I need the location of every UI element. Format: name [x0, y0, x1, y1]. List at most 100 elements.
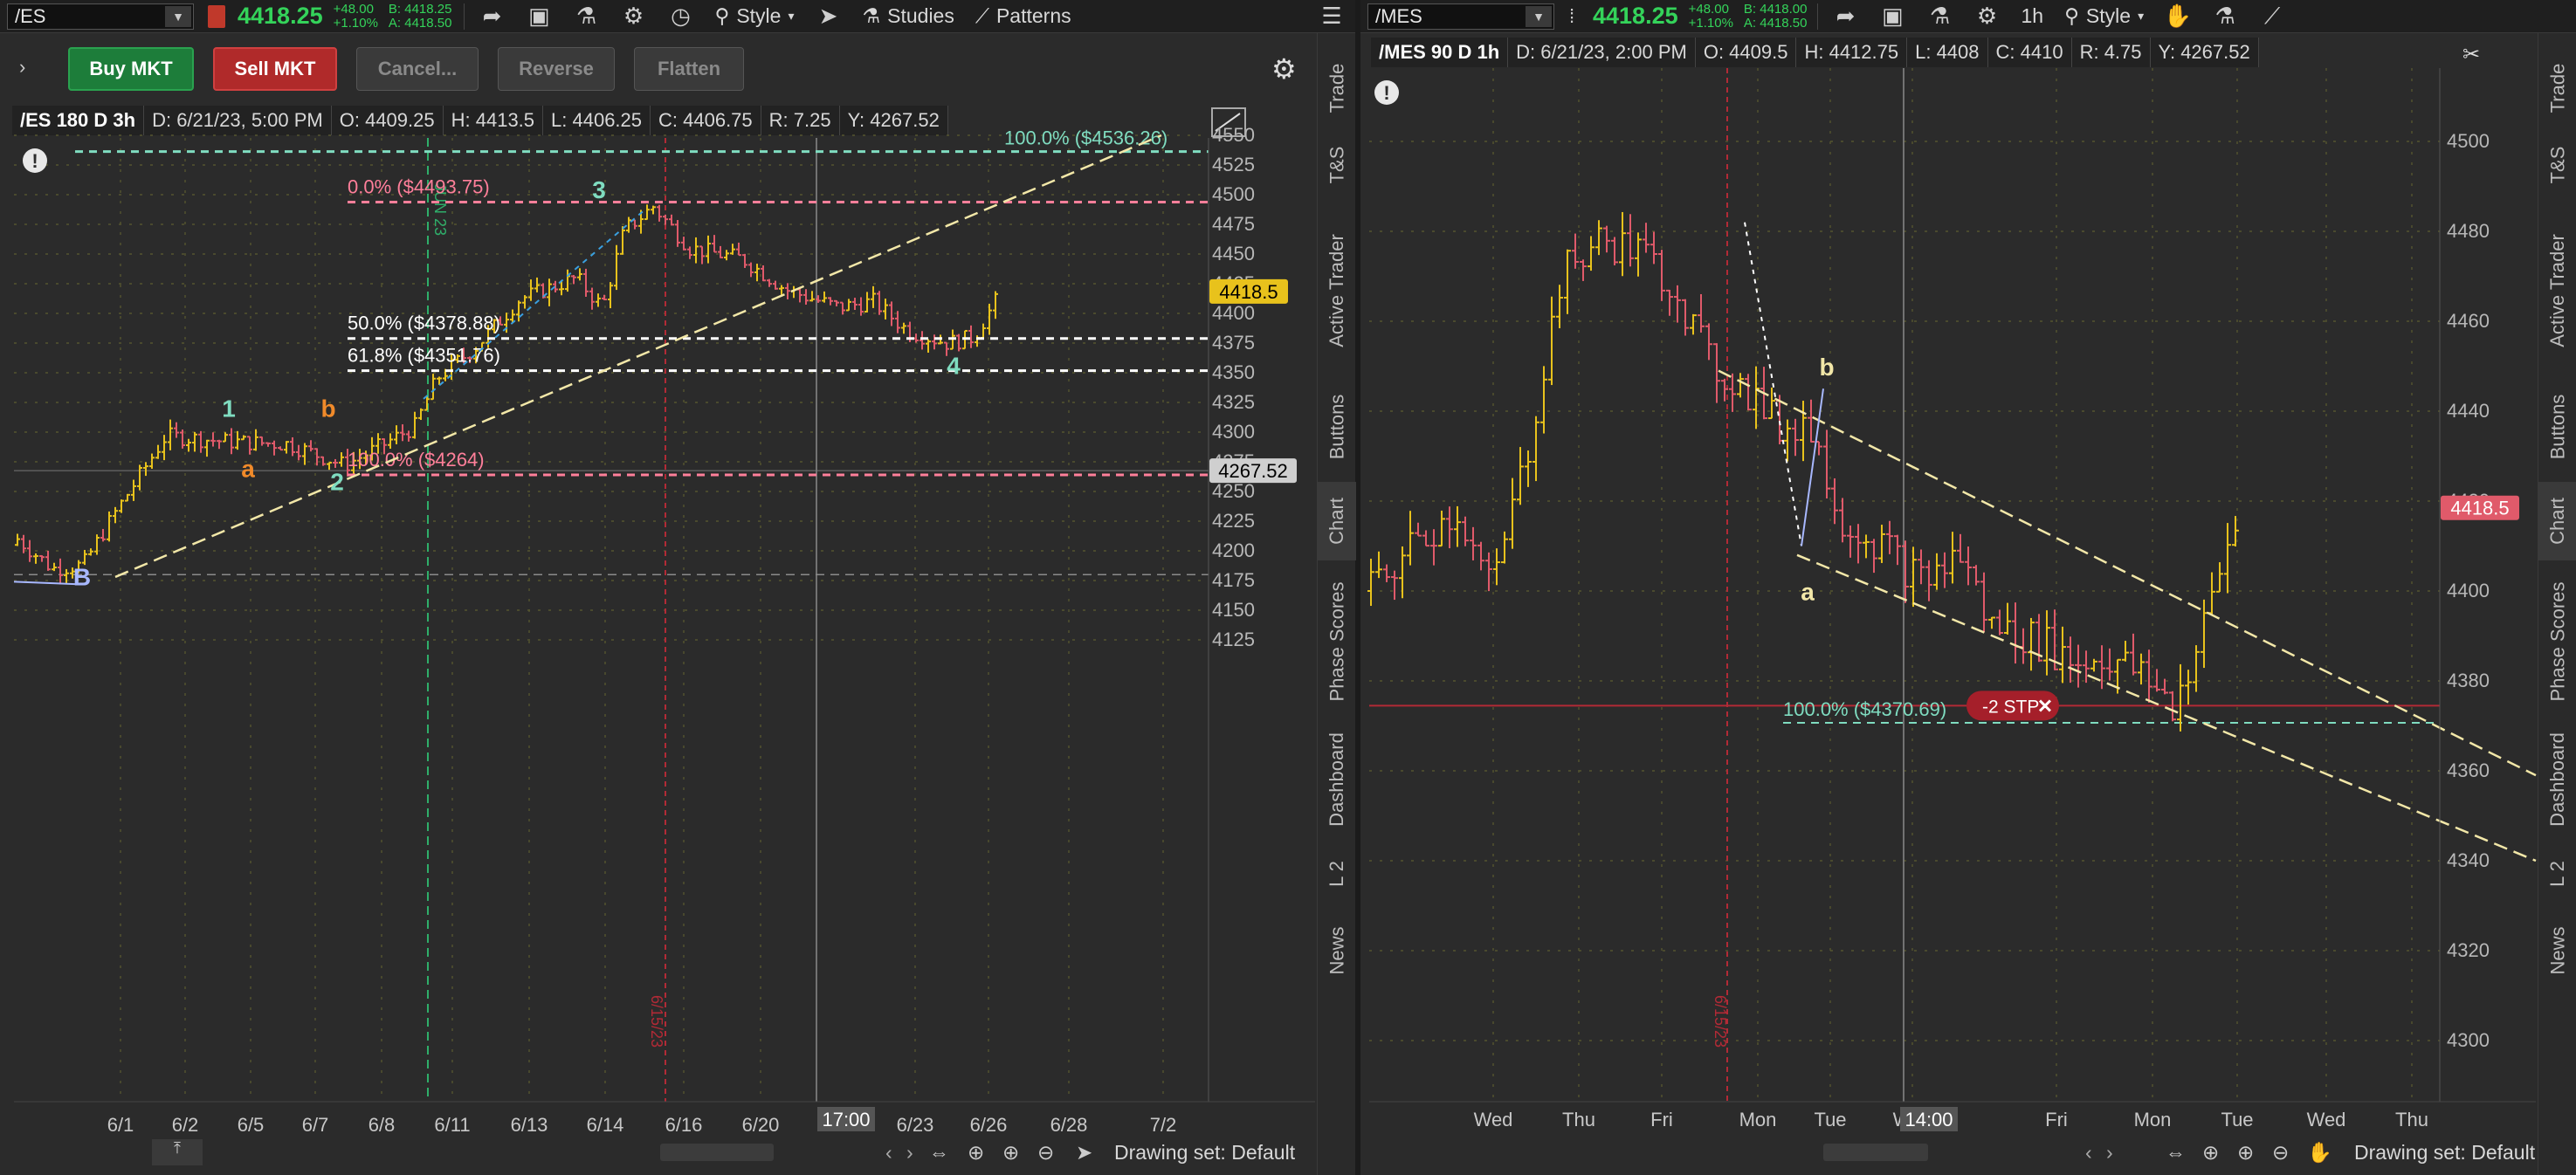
- alert-icon[interactable]: [1374, 80, 1399, 105]
- tab-active-trader[interactable]: Active Trader: [2538, 208, 2576, 374]
- scroll-left-icon[interactable]: ‹: [2085, 1141, 2092, 1165]
- left-price-chart[interactable]: JUN 23 6/15/23 100.0% ($4536.26) 0.0% ($44…: [0, 0, 1355, 1175]
- flask-icon[interactable]: ⚗: [562, 0, 610, 33]
- tab-active-trader[interactable]: Active Trader: [1318, 208, 1356, 374]
- crosshair-icon[interactable]: ⊕: [2202, 1141, 2219, 1165]
- right-symbol-input[interactable]: /MES ▼: [1367, 3, 1554, 30]
- hand-icon[interactable]: ✋: [2307, 1141, 2332, 1165]
- last-price-marker-text: 4418.5: [2450, 498, 2509, 519]
- chevron-down-icon[interactable]: ▼: [1526, 5, 1552, 27]
- style-button[interactable]: ⚲ Style ▾: [704, 0, 804, 33]
- gear-icon[interactable]: ⚙: [610, 0, 657, 33]
- wave-channel-line[interactable]: [423, 209, 645, 400]
- channel-lower-line[interactable]: [1796, 553, 2537, 862]
- zoom-out-icon[interactable]: ⊖: [2272, 1141, 2289, 1165]
- patterns-button[interactable]: ⟋ Patterns: [965, 0, 1082, 33]
- right-symbol: /MES: [1375, 4, 1422, 27]
- sell-mkt-button[interactable]: Sell MKT: [213, 47, 337, 91]
- flask-icon[interactable]: ⚗: [2201, 0, 2249, 33]
- scroll-right-icon[interactable]: ›: [2106, 1141, 2113, 1165]
- reverse-button[interactable]: Reverse: [498, 47, 615, 91]
- left-toolbar: /ES ▼ 4418.25 +48.00 +1.10% B: 4418.25 A: …: [0, 0, 1355, 33]
- tab-time-and-sales[interactable]: T&S: [2538, 134, 2576, 196]
- left-info-close: C: 4406.75: [651, 106, 761, 135]
- scroll-left-icon[interactable]: ‹: [885, 1141, 892, 1165]
- tab-buttons[interactable]: Buttons: [2538, 379, 2576, 475]
- menu-icon[interactable]: ☰: [1308, 0, 1355, 33]
- tab-time-and-sales[interactable]: T&S: [1318, 134, 1356, 196]
- tab-buttons[interactable]: Buttons: [1318, 379, 1356, 475]
- left-last-price: 4418.25: [238, 3, 323, 29]
- studies-button[interactable]: ⚗ Studies: [852, 0, 965, 33]
- scroll-right-icon[interactable]: ›: [906, 1141, 913, 1165]
- drawing-tools-icon[interactable]: ⟋: [2249, 0, 2296, 33]
- channel-upper-line[interactable]: [1718, 369, 2537, 777]
- tab-level-2[interactable]: L 2: [2538, 843, 2576, 904]
- interval-button[interactable]: 1h: [2010, 0, 2054, 33]
- close-icon[interactable]: ✕: [2037, 695, 2053, 717]
- share-icon[interactable]: ➦: [1822, 0, 1869, 33]
- alert-icon[interactable]: [23, 148, 47, 173]
- scrollbar-thumb[interactable]: [1823, 1144, 1928, 1161]
- expand-horizontal-icon[interactable]: ⇔: [929, 1141, 949, 1165]
- left-drawing-set[interactable]: Drawing set: Default: [1114, 1141, 1295, 1165]
- scroll-handle-icon[interactable]: ⤒: [152, 1139, 203, 1165]
- right-plot-area: [1369, 68, 2536, 1103]
- flask-icon[interactable]: ⚗: [1916, 0, 1963, 33]
- y-tick-label: 4380: [2447, 670, 2490, 691]
- snapshot-icon[interactable]: ▣: [1869, 0, 1916, 33]
- alert-flag-icon[interactable]: [208, 4, 225, 28]
- right-drawing-set[interactable]: Drawing set: Default: [2354, 1141, 2535, 1165]
- drawing-tool-icon[interactable]: [1211, 107, 1246, 137]
- scrollbar-thumb[interactable]: [660, 1144, 774, 1161]
- cursor-icon[interactable]: ➤: [805, 0, 852, 33]
- clock-icon[interactable]: ◷: [657, 0, 704, 33]
- wave-a-line[interactable]: [1744, 222, 1802, 546]
- trend-line[interactable]: [114, 134, 1162, 579]
- y-tick-label: 4500: [1212, 183, 1255, 205]
- tab-trade[interactable]: Trade: [2538, 49, 2576, 127]
- gear-icon[interactable]: ⚙: [1963, 0, 2010, 33]
- trade-bar: › Buy MKT Sell MKT Cancel... Reverse Fla…: [0, 33, 1310, 108]
- drawing-clear-icon[interactable]: ✂: [2462, 43, 2480, 66]
- chevron-down-icon[interactable]: ▼: [165, 5, 191, 27]
- cursor-price-marker: [1209, 458, 1297, 484]
- hand-icon[interactable]: ✋: [2154, 0, 2201, 33]
- tab-dashboard[interactable]: Dashboard: [2538, 723, 2576, 836]
- gear-icon[interactable]: ⚙: [1271, 52, 1297, 86]
- crosshair-icon[interactable]: ⊕: [968, 1141, 984, 1165]
- wave-label-B: B: [73, 563, 91, 590]
- x-tick-label: Mon: [2134, 1109, 2172, 1130]
- tab-news[interactable]: News: [2538, 911, 2576, 990]
- wave-b-line[interactable]: [13, 581, 76, 586]
- zoom-in-icon[interactable]: ⊕: [2237, 1141, 2254, 1165]
- last-price-marker: [1209, 278, 1288, 304]
- stop-order-badge[interactable]: [1966, 691, 2059, 721]
- tab-dashboard[interactable]: Dashboard: [1318, 723, 1356, 836]
- snapshot-icon[interactable]: ▣: [515, 0, 562, 33]
- zoom-in-icon[interactable]: ⊕: [1002, 1141, 1019, 1165]
- tab-trade[interactable]: Trade: [1318, 49, 1356, 127]
- link-icon[interactable]: ⁞: [1563, 5, 1581, 28]
- right-price-chart[interactable]: 6/15/23 100.0% ($4370.69) a b -2 STP✕! ✂ 450…: [1360, 0, 2576, 1175]
- cancel-button[interactable]: Cancel...: [356, 47, 479, 91]
- zoom-out-icon[interactable]: ⊖: [1037, 1141, 1054, 1165]
- tab-phase-scores[interactable]: Phase Scores: [2538, 567, 2576, 716]
- tab-phase-scores[interactable]: Phase Scores: [1318, 567, 1356, 716]
- expand-arrow-icon[interactable]: ›: [19, 56, 25, 79]
- share-icon[interactable]: ➦: [468, 0, 515, 33]
- flatten-button[interactable]: Flatten: [634, 47, 744, 91]
- expand-horizontal-icon[interactable]: ⇔: [2166, 1141, 2186, 1165]
- y-tick-label: 4400: [2447, 580, 2490, 601]
- pointer-icon[interactable]: ➤: [1076, 1141, 1092, 1165]
- wave-b-line[interactable]: [1801, 388, 1824, 546]
- tab-chart[interactable]: Chart: [1318, 482, 1356, 560]
- buy-mkt-button[interactable]: Buy MKT: [68, 47, 194, 91]
- tab-news[interactable]: News: [1318, 911, 1356, 990]
- left-symbol-input[interactable]: /ES ▼: [7, 3, 194, 30]
- style-button[interactable]: ⚲ Style ▾: [2054, 0, 2154, 33]
- right-chart-panel: /MES ▼ ⁞ 4418.25 +48.00 +1.10% B: 4418.00…: [1360, 0, 2576, 1175]
- tab-chart[interactable]: Chart: [2538, 482, 2576, 560]
- cursor-price-marker-text: 4267.52: [1218, 460, 1288, 482]
- tab-level-2[interactable]: L 2: [1318, 843, 1356, 904]
